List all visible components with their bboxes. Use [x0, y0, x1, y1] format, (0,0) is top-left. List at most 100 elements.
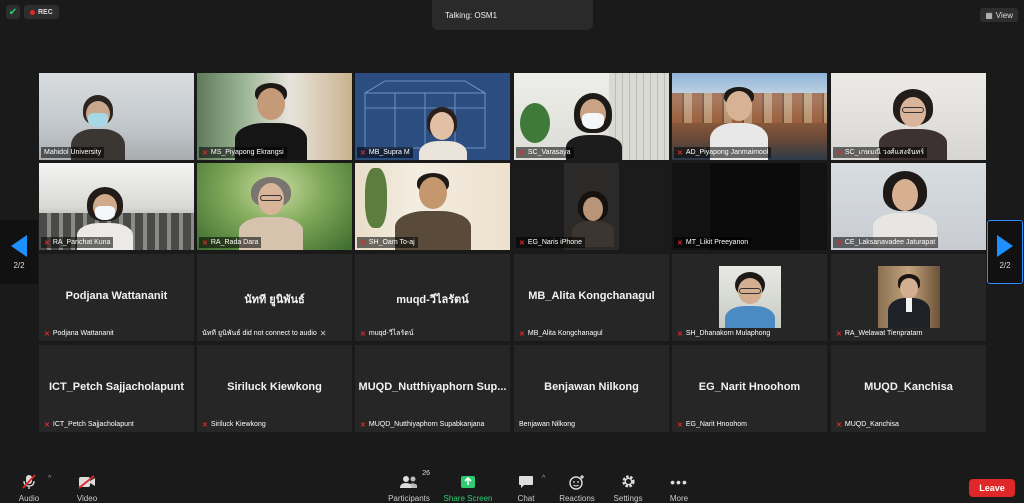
next-page-button[interactable]: 2/2 — [987, 220, 1023, 284]
reactions-icon — [569, 473, 585, 490]
participant-name: MB_Supra M — [368, 149, 410, 156]
participant-name: SC_Varasaya — [527, 149, 571, 156]
participant-name-label: ✕ RA_Rada Dara — [199, 237, 262, 248]
name-tile[interactable]: Benjawan Nilkong Benjawan Nilkong — [514, 345, 669, 432]
participants-button[interactable]: 26 Participants — [388, 470, 430, 503]
meeting-toolbar: Audio ^ Video 26 Participants Share Scre… — [0, 470, 1024, 503]
view-button[interactable]: ▦ View — [980, 8, 1018, 22]
previous-page-button[interactable]: 2/2 — [0, 220, 38, 284]
participant-name-label: ✕ MS_Piyapong Ekrangsi — [199, 147, 287, 158]
participants-label: Participants — [388, 494, 430, 503]
participant-name: MUQD_Nutthiyaphorn Supabkanjana — [368, 421, 485, 428]
video-tile[interactable]: ✕ EG_Naris iPhone — [514, 163, 669, 250]
participant-name: MB_Alita Kongchanagul — [527, 330, 603, 337]
mic-muted-icon: ✕ — [44, 330, 50, 338]
participant-name: AD_Piyapong Janmaimool — [685, 149, 769, 156]
participant-name: muqd-วีไลรัตน์ — [368, 330, 414, 337]
recording-label: REC — [38, 8, 53, 16]
talking-indicator: Talking: OSM1 — [432, 0, 593, 30]
participant-display-name: MB_Alita Kongchanagul — [528, 290, 655, 302]
name-tile[interactable]: Podjana Wattananit ✕ Podjana Wattananit — [39, 254, 194, 341]
more-label: More — [669, 494, 689, 503]
mic-muted-icon: ✕ — [360, 421, 366, 429]
participant-name: CE_Laksanavadee Jaturapat — [844, 239, 936, 246]
participant-display-name: MUQD_Kanchisa — [864, 381, 953, 393]
participant-name: MUQD_Kanchisa — [844, 421, 899, 428]
participant-display-name: MUQD_Nutthiyaphorn Sup... — [358, 381, 507, 393]
video-tile[interactable]: ✕ SH_Oam To-aj — [355, 163, 510, 250]
participant-name-label: ✕ SC_เกษมณี วงศ์แสงจันทร์ — [833, 147, 928, 158]
video-tile[interactable]: ✕ RA_Rada Dara — [197, 163, 352, 250]
security-shield-icon[interactable]: ✔ — [6, 5, 20, 19]
leave-button[interactable]: Leave — [969, 479, 1015, 497]
chat-options-caret-icon[interactable]: ^ — [542, 475, 545, 482]
participant-name: EG_Naris iPhone — [527, 239, 582, 246]
mic-muted-icon: ✕ — [202, 239, 208, 247]
more-button[interactable]: ••• More — [667, 473, 691, 503]
gear-icon — [621, 473, 636, 490]
more-dots-icon: ••• — [670, 473, 688, 490]
mic-muted-icon: ✕ — [519, 149, 525, 157]
video-tile[interactable]: ✕ RA_Parichat Kuna — [39, 163, 194, 250]
video-tile[interactable]: ✕ SC_Varasaya — [514, 73, 669, 160]
video-tile[interactable]: Mahidol University — [39, 73, 194, 160]
name-tile[interactable]: EG_Narit Hnoohom ✕ EG_Narit Hnoohom — [672, 345, 827, 432]
participants-icon: 26 — [400, 470, 430, 490]
participant-name-label: ✕ AD_Piyapong Janmaimool — [674, 147, 772, 158]
recording-indicator[interactable]: REC — [24, 5, 59, 19]
mic-muted-icon: ✕ — [677, 149, 683, 157]
video-tile[interactable]: ✕ MS_Piyapong Ekrangsi — [197, 73, 352, 160]
mic-muted-icon — [22, 473, 36, 490]
name-tile[interactable]: muqd-วีไลรัตน์ ✕ muqd-วีไลรัตน์ — [355, 254, 510, 341]
reactions-label: Reactions — [559, 494, 595, 503]
chat-icon — [518, 473, 534, 490]
name-tile[interactable]: MUQD_Nutthiyaphorn Sup... ✕ MUQD_Nutthiy… — [355, 345, 510, 432]
share-screen-button[interactable]: Share Screen — [443, 473, 493, 503]
participant-name: Mahidol University — [44, 149, 102, 156]
participants-count: 26 — [422, 470, 430, 477]
name-tile[interactable]: Siriluck Kiewkong ✕ Siriluck Kiewkong — [197, 345, 352, 432]
participant-name-label: ✕ Podjana Wattananit — [41, 328, 117, 339]
participant-name: Siriluck Kiewkong — [210, 421, 266, 428]
reactions-button[interactable]: Reactions — [558, 473, 596, 503]
participant-name-label: ✕ muqd-วีไลรัตน์ — [357, 328, 417, 339]
share-screen-label: Share Screen — [443, 494, 493, 503]
video-tile[interactable]: ✕ SC_เกษมณี วงศ์แสงจันทร์ — [831, 73, 986, 160]
name-tile[interactable]: ✕ RA_Welawat Tienpratarn — [831, 254, 986, 341]
audio-button[interactable]: Audio — [16, 473, 42, 503]
name-tile[interactable]: นัทที ยูนิพันธ์ นัทที ยูนิพันธ์ did not … — [197, 254, 352, 341]
name-tile[interactable]: ICT_Petch Sajjacholapunt ✕ ICT_Petch Saj… — [39, 345, 194, 432]
video-tile[interactable]: ✕ AD_Piyapong Janmaimool — [672, 73, 827, 160]
participant-display-name: นัทที ยูนิพันธ์ — [244, 294, 305, 306]
name-tile[interactable]: ✕ SH_Dhanakorn Mulaphong — [672, 254, 827, 341]
avatar — [719, 266, 781, 328]
mic-muted-icon: ✕ — [677, 239, 683, 247]
participant-name: Benjawan Nilkong — [519, 421, 576, 428]
chat-button[interactable]: Chat — [514, 473, 538, 503]
video-button[interactable]: Video — [74, 473, 100, 503]
participant-name-label: ✕ SC_Varasaya — [516, 147, 574, 158]
video-off-icon — [78, 473, 96, 490]
video-tile[interactable]: ✕ MB_Supra M — [355, 73, 510, 160]
video-tile[interactable]: ✕ MT_Likit Preeyanon — [672, 163, 827, 250]
video-tile[interactable]: ✕ CE_Laksanavadee Jaturapat — [831, 163, 986, 250]
page-indicator: 2/2 — [999, 260, 1011, 270]
name-tile[interactable]: MUQD_Kanchisa ✕ MUQD_Kanchisa — [831, 345, 986, 432]
audio-options-caret-icon[interactable]: ^ — [48, 475, 51, 482]
name-tile[interactable]: MB_Alita Kongchanagul ✕ MB_Alita Kongcha… — [514, 254, 669, 341]
participant-name-label: Benjawan Nilkong — [516, 419, 578, 430]
participant-display-name: Siriluck Kiewkong — [227, 381, 322, 393]
participant-name: RA_Rada Dara — [210, 239, 259, 246]
participant-name: ICT_Petch Sajjacholapunt — [52, 421, 134, 428]
participant-name: Podjana Wattananit — [52, 330, 114, 337]
participant-name-label: นัทที ยูนิพันธ์ did not connect to audio… — [199, 328, 330, 339]
participant-name-label: ✕ EG_Naris iPhone — [516, 237, 585, 248]
participant-name: SH_Dhanakorn Mulaphong — [685, 330, 771, 337]
settings-button[interactable]: Settings — [613, 473, 643, 503]
settings-label: Settings — [613, 494, 643, 503]
avatar — [878, 266, 940, 328]
mic-muted-icon: ✕ — [836, 330, 842, 338]
participant-name: SC_เกษมณี วงศ์แสงจันทร์ — [844, 149, 925, 156]
participant-name-label: ✕ EG_Narit Hnoohom — [674, 419, 750, 430]
arrow-right-icon — [997, 234, 1013, 257]
